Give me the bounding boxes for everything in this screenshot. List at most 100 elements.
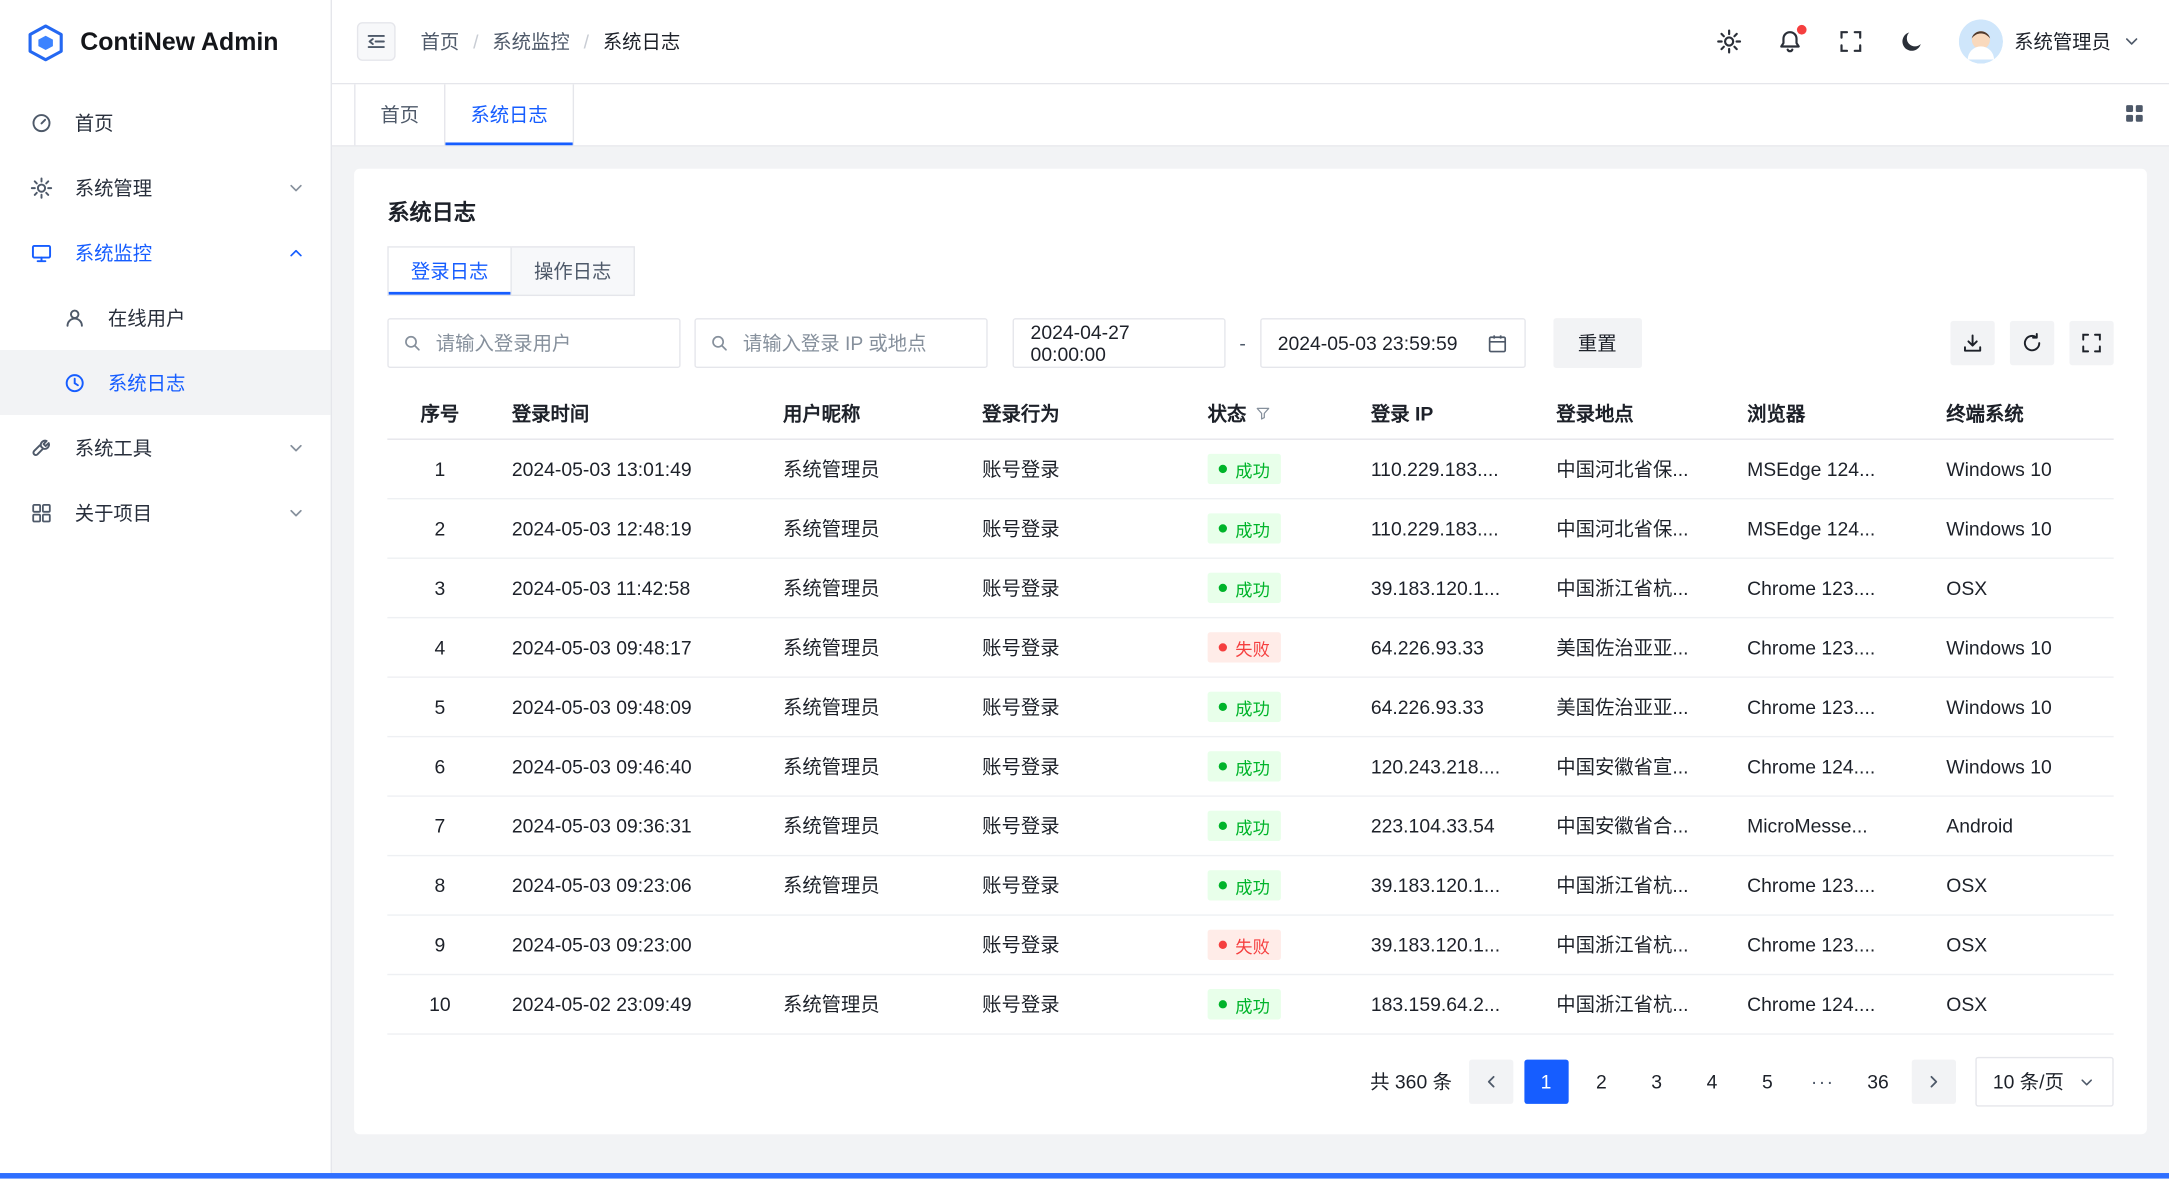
tab-operation-log[interactable]: 操作日志 xyxy=(510,246,634,296)
page-size-value: 10 条/页 xyxy=(1993,1068,2064,1096)
pagination-page[interactable]: 1 xyxy=(1524,1060,1568,1104)
cell-nickname: 系统管理员 xyxy=(764,693,963,721)
pagination-prev-button[interactable] xyxy=(1469,1060,1513,1104)
cell-action: 账号登录 xyxy=(963,871,1188,899)
cell-action: 账号登录 xyxy=(963,693,1188,721)
gear-icon xyxy=(1717,29,1742,54)
log-tabs: 登录日志 操作日志 xyxy=(387,246,2113,296)
sidebar: ContiNew Admin 首页 系统管理 xyxy=(0,0,332,1179)
cell-os: OSX xyxy=(1927,993,2114,1015)
column-header-action: 登录行为 xyxy=(963,399,1188,427)
sidebar-item-system-management[interactable]: 系统管理 xyxy=(0,155,331,220)
breadcrumb-item-system-monitor[interactable]: 系统监控 xyxy=(492,28,569,56)
cell-ip: 223.104.33.54 xyxy=(1351,815,1536,837)
cell-browser: MSEdge 124... xyxy=(1728,517,1927,539)
search-ip-input[interactable] xyxy=(740,331,972,356)
cell-browser: MSEdge 124... xyxy=(1728,458,1927,480)
bottom-accent-bar xyxy=(0,1173,2169,1179)
sidebar-item-online-users[interactable]: 在线用户 xyxy=(0,285,331,350)
cell-no: 8 xyxy=(387,874,492,896)
status-dot-icon xyxy=(1219,524,1227,532)
sidebar-collapse-button[interactable] xyxy=(357,22,396,61)
chevron-down-icon xyxy=(286,178,305,197)
sidebar-item-system-log[interactable]: 系统日志 xyxy=(0,350,331,415)
column-header-browser: 浏览器 xyxy=(1728,399,1927,427)
cell-ip: 39.183.120.1... xyxy=(1351,577,1536,599)
cell-status: 成功 xyxy=(1188,989,1351,1019)
cell-nickname: 系统管理员 xyxy=(764,455,963,483)
export-button[interactable] xyxy=(1950,321,1994,365)
cell-browser: Chrome 124.... xyxy=(1728,993,1927,1015)
user-menu[interactable]: 系统管理员 xyxy=(1959,19,2142,63)
search-icon xyxy=(403,333,422,352)
cell-no: 2 xyxy=(387,517,492,539)
cell-browser: Chrome 123.... xyxy=(1728,696,1927,718)
pagination-next-button[interactable] xyxy=(1911,1060,1955,1104)
status-dot-icon xyxy=(1219,822,1227,830)
sidebar-item-about[interactable]: 关于项目 xyxy=(0,480,331,545)
pagination-page[interactable]: 3 xyxy=(1635,1060,1679,1104)
notifications-button[interactable] xyxy=(1776,28,1804,56)
cell-os: Windows 10 xyxy=(1927,755,2114,777)
status-dot-icon xyxy=(1219,1000,1227,1008)
table-row: 62024-05-03 09:46:40系统管理员账号登录成功120.243.2… xyxy=(387,737,2113,796)
breadcrumb-item-home[interactable]: 首页 xyxy=(421,28,460,56)
cell-time: 2024-05-03 12:48:19 xyxy=(492,517,763,539)
reset-button[interactable]: 重置 xyxy=(1553,318,1642,368)
table-row: 52024-05-03 09:48:09系统管理员账号登录成功64.226.93… xyxy=(387,678,2113,737)
dark-mode-button[interactable] xyxy=(1898,28,1926,56)
fullscreen-button[interactable] xyxy=(1837,28,1865,56)
notification-dot xyxy=(1797,25,1807,35)
date-start-input[interactable]: 2024-04-27 00:00:00 xyxy=(1013,318,1226,368)
sidebar-item-home[interactable]: 首页 xyxy=(0,90,331,155)
cell-browser: MicroMesse... xyxy=(1728,815,1927,837)
status-badge: 失败 xyxy=(1208,930,1281,960)
table-body: 12024-05-03 13:01:49系统管理员账号登录成功110.229.1… xyxy=(387,440,2113,1035)
pagination-ellipsis[interactable]: ··· xyxy=(1801,1060,1845,1104)
settings-button[interactable] xyxy=(1715,28,1743,56)
cell-action: 账号登录 xyxy=(963,515,1188,543)
cell-status: 失败 xyxy=(1188,930,1351,960)
sidebar-item-system-tools[interactable]: 系统工具 xyxy=(0,415,331,480)
breadcrumb-separator: / xyxy=(584,30,589,52)
status-badge: 成功 xyxy=(1208,513,1281,543)
status-dot-icon xyxy=(1219,703,1227,711)
cell-no: 7 xyxy=(387,815,492,837)
clock-icon xyxy=(64,371,86,393)
date-end-input[interactable]: 2024-05-03 23:59:59 xyxy=(1260,318,1526,368)
pagination-page[interactable]: 5 xyxy=(1745,1060,1789,1104)
login-user-search xyxy=(387,318,680,368)
gear-icon xyxy=(30,176,52,198)
page-size-select[interactable]: 10 条/页 xyxy=(1975,1057,2114,1107)
user-icon xyxy=(64,306,86,328)
pagination-page[interactable]: 36 xyxy=(1856,1060,1900,1104)
refresh-icon xyxy=(2021,332,2043,354)
status-badge: 成功 xyxy=(1208,989,1281,1019)
cell-browser: Chrome 123.... xyxy=(1728,636,1927,658)
monitor-icon xyxy=(30,241,52,263)
refresh-button[interactable] xyxy=(2010,321,2054,365)
cell-time: 2024-05-02 23:09:49 xyxy=(492,993,763,1015)
topbar-actions: 系统管理员 xyxy=(1715,19,2141,63)
tab-layout-button[interactable] xyxy=(2122,102,2147,127)
search-icon xyxy=(710,333,729,352)
pagination-page[interactable]: 2 xyxy=(1579,1060,1623,1104)
cell-action: 账号登录 xyxy=(963,753,1188,781)
sidebar-item-system-monitor[interactable]: 系统监控 xyxy=(0,220,331,285)
cell-action: 账号登录 xyxy=(963,574,1188,602)
cell-time: 2024-05-03 09:23:06 xyxy=(492,874,763,896)
filter-icon[interactable] xyxy=(1255,405,1272,422)
tab-login-log[interactable]: 登录日志 xyxy=(387,246,511,296)
table-fullscreen-button[interactable] xyxy=(2069,321,2113,365)
column-header-ip: 登录 IP xyxy=(1351,399,1536,427)
cell-status: 成功 xyxy=(1188,811,1351,841)
cell-browser: Chrome 124.... xyxy=(1728,755,1927,777)
page-tab-home[interactable]: 首页 xyxy=(354,84,445,145)
page-tab-system-log[interactable]: 系统日志 xyxy=(445,84,574,145)
pagination-page[interactable]: 4 xyxy=(1690,1060,1734,1104)
cell-ip: 39.183.120.1... xyxy=(1351,874,1536,896)
table-row: 102024-05-02 23:09:49系统管理员账号登录成功183.159.… xyxy=(387,975,2113,1034)
cell-status: 失败 xyxy=(1188,632,1351,662)
search-user-input[interactable] xyxy=(433,331,665,356)
sidebar-item-label: 系统监控 xyxy=(75,239,287,267)
